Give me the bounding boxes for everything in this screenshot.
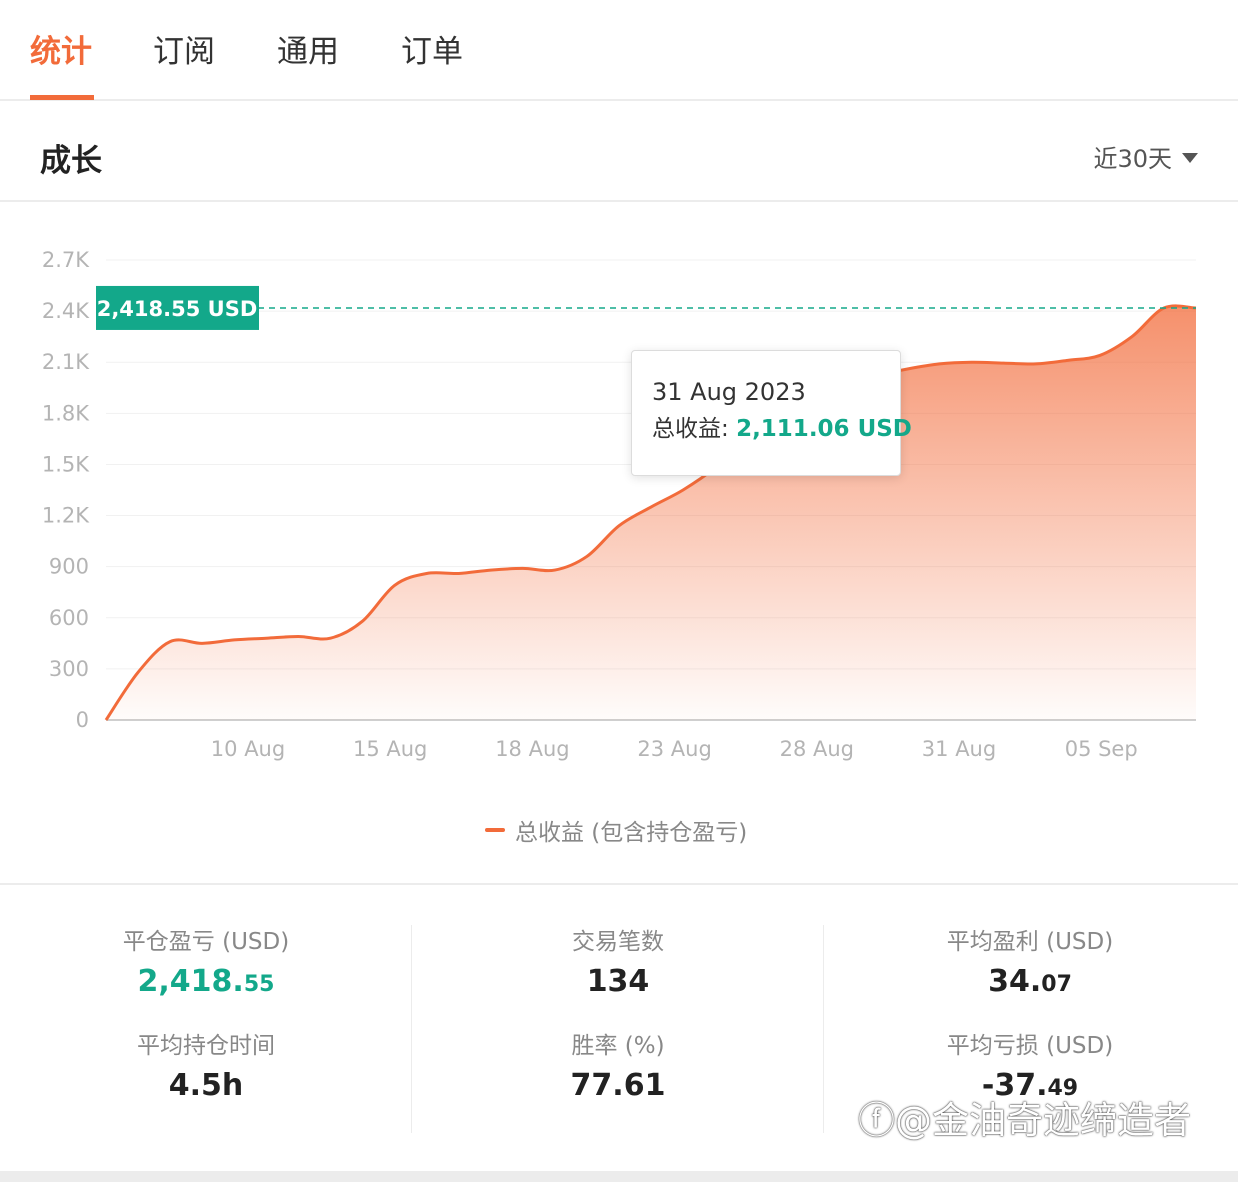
legend-label: 总收益 (包含持仓盈亏) <box>515 820 748 846</box>
stat-trade-count: 交易笔数 134 <box>412 925 824 1029</box>
watermark: ⓕ@金油奇迹缔造者 <box>858 1090 1191 1144</box>
stat-value-int: 2,418. <box>137 964 244 999</box>
x-tick-label: 23 Aug <box>637 737 711 761</box>
bottom-bar <box>0 1171 1238 1182</box>
stat-win-rate: 胜率 (%) 77.61 <box>412 1029 824 1133</box>
y-tick-label: 2.4K <box>42 299 90 323</box>
active-tab-indicator <box>30 95 94 100</box>
marker-badge-label: 2,418.55 USD <box>97 297 258 321</box>
tooltip-date: 31 Aug 2023 <box>652 378 806 406</box>
y-tick-label: 300 <box>49 657 89 681</box>
x-tick-label: 28 Aug <box>780 737 854 761</box>
y-tick-label: 0 <box>76 708 89 732</box>
growth-chart: 2,418.55 USD 0 300 600 900 1.2K 1.5K 1.8K 2.1K 2… <box>0 203 1238 883</box>
stat-realized-pnl: 平仓盈亏 (USD) 2,418.55 <box>0 925 412 1029</box>
y-tick-label: 1.2K <box>42 504 90 528</box>
tab-statistics[interactable]: 统计 <box>30 30 92 74</box>
tab-general[interactable]: 通用 <box>277 30 339 74</box>
stats-column-middle: 交易笔数 134 胜率 (%) 77.61 <box>412 925 824 1133</box>
legend-swatch <box>485 828 505 832</box>
stat-label: 胜率 (%) <box>571 1033 665 1059</box>
watermark-text: @金油奇迹缔造者 <box>895 1099 1191 1142</box>
range-dropdown[interactable]: 近30天 <box>1093 139 1198 174</box>
tab-bar: 统计 订阅 通用 订单 <box>0 0 1238 101</box>
stat-value-dec: 07 <box>1041 972 1072 997</box>
chart-legend[interactable]: 总收益 (包含持仓盈亏) <box>485 813 747 847</box>
weibo-logo-icon: ⓕ <box>858 1099 895 1142</box>
stat-value: 77.61 <box>570 1068 666 1103</box>
stat-avg-hold-time: 平均持仓时间 4.5h <box>0 1029 412 1133</box>
stat-value: 134 <box>586 964 650 999</box>
y-tick-label: 2.1K <box>42 350 90 374</box>
caret-down-icon <box>1182 152 1198 163</box>
stat-avg-profit: 平均盈利 (USD) 34.07 <box>824 925 1236 1029</box>
stat-label: 平仓盈亏 (USD) <box>122 929 290 955</box>
y-tick-label: 1.8K <box>42 401 90 425</box>
stats-column-left: 平仓盈亏 (USD) 2,418.55 平均持仓时间 4.5h <box>0 925 412 1133</box>
stat-value: 2,418.55 <box>0 959 412 1008</box>
stat-value-dec: 55 <box>243 972 275 997</box>
chart-svg: 2,418.55 USD 0 300 600 900 1.2K 1.5K 1.8K 2.1K 2… <box>42 248 1197 761</box>
tab-orders[interactable]: 订单 <box>401 30 463 74</box>
tooltip-label: 总收益: <box>652 416 729 442</box>
tooltip-row: 总收益: 2,111.06 USD <box>652 409 912 449</box>
x-tick-label: 10 Aug <box>211 737 285 761</box>
stat-label: 平均盈利 (USD) <box>946 929 1114 955</box>
tab-subscriptions[interactable]: 订阅 <box>153 30 215 74</box>
section-title: 成长 <box>40 143 102 179</box>
stat-value: 4.5h <box>168 1068 244 1103</box>
range-dropdown-label: 近30天 <box>1093 145 1172 173</box>
y-tick-label: 1.5K <box>42 452 90 476</box>
x-tick-label: 31 Aug <box>922 737 996 761</box>
y-tick-label: 900 <box>49 555 89 579</box>
stat-label: 交易笔数 <box>572 929 664 955</box>
y-tick-label: 600 <box>49 606 89 630</box>
stat-value-int: 34. <box>988 964 1042 999</box>
x-tick-label: 05 Sep <box>1065 737 1138 761</box>
x-tick-label: 15 Aug <box>353 737 427 761</box>
chart-tooltip: 31 Aug 2023 总收益: 2,111.06 USD <box>631 350 912 476</box>
section-header: 成长 近30天 <box>0 101 1238 202</box>
stat-label: 平均持仓时间 <box>137 1033 275 1059</box>
y-tick-label: 2.7K <box>42 248 90 272</box>
stat-label: 平均亏损 (USD) <box>946 1033 1114 1059</box>
tooltip-value: 2,111.06 USD <box>736 416 912 442</box>
x-tick-label: 18 Aug <box>495 737 569 761</box>
stat-value: 34.07 <box>824 959 1236 1008</box>
